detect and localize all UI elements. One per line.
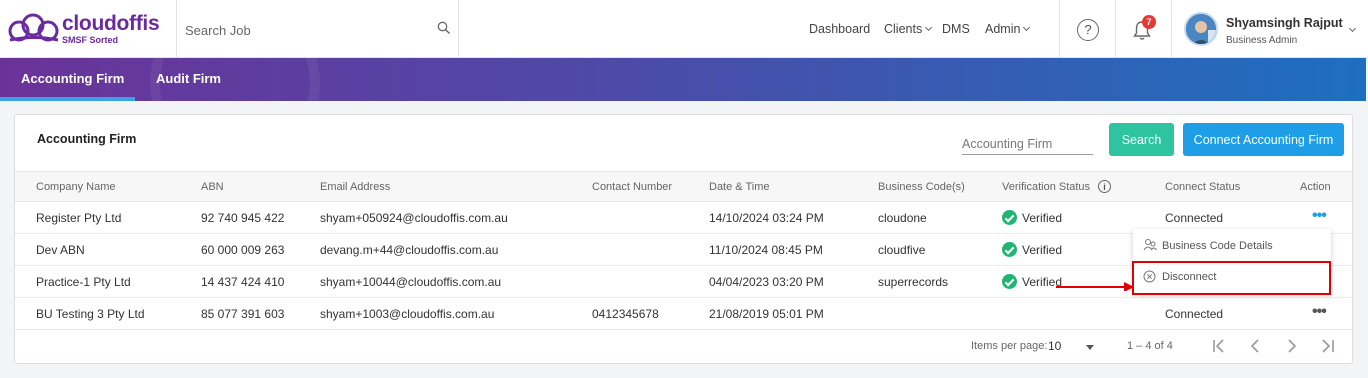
cell-date-time: 11/10/2024 08:45 PM bbox=[709, 243, 823, 257]
col-business-codes[interactable]: Business Code(s) bbox=[878, 181, 965, 193]
cell-abn: 85 077 391 603 bbox=[201, 307, 285, 321]
search-button[interactable]: Search bbox=[1109, 123, 1174, 156]
help-icon[interactable]: ? bbox=[1077, 19, 1099, 41]
nav-admin[interactable]: Admin bbox=[985, 22, 1031, 36]
cell-email: shyam+050924@cloudoffis.com.au bbox=[320, 211, 508, 225]
annotation-highlight-box bbox=[1132, 261, 1331, 295]
cell-date-time: 21/08/2019 05:01 PM bbox=[709, 307, 824, 321]
tab-banner: Accounting Firm Audit Firm bbox=[0, 58, 1366, 101]
menu-item-business-code-details[interactable]: Business Code Details bbox=[1133, 230, 1331, 260]
cell-abn: 14 437 424 410 bbox=[201, 275, 285, 289]
verification-label: Verified bbox=[1022, 243, 1063, 257]
more-actions-icon[interactable]: ••• bbox=[1312, 304, 1327, 320]
cell-contact: 0412345678 bbox=[592, 307, 659, 321]
cell-business-code: superrecords bbox=[878, 275, 949, 289]
divider bbox=[458, 0, 459, 58]
cell-connect-status: Connected bbox=[1165, 211, 1224, 225]
cell-email: shyam+1003@cloudoffis.com.au bbox=[320, 307, 495, 321]
user-name[interactable]: Shyamsingh Rajput bbox=[1226, 16, 1343, 30]
cell-email: devang.m+44@cloudoffis.com.au bbox=[320, 243, 499, 257]
nav-dashboard-label: Dashboard bbox=[809, 22, 871, 36]
chevron-down-icon bbox=[925, 23, 933, 32]
cell-abn: 60 000 009 263 bbox=[201, 243, 285, 257]
logo[interactable]: cloudoffis SMSF Sorted bbox=[6, 10, 171, 50]
table-header: Company Name ABN Email Address Contact N… bbox=[15, 171, 1352, 202]
divider bbox=[1059, 0, 1060, 58]
check-circle-icon bbox=[1002, 242, 1017, 258]
col-connect-status[interactable]: Connect Status bbox=[1165, 181, 1240, 193]
col-verification-status[interactable]: Verification Status bbox=[1002, 181, 1090, 193]
accounting-firm-search-input[interactable] bbox=[962, 133, 1093, 155]
cell-connect-status: Connected bbox=[1165, 307, 1224, 321]
menu-item-label: Business Code Details bbox=[1162, 240, 1273, 252]
cell-company: BU Testing 3 Pty Ltd bbox=[36, 307, 145, 321]
notification-badge: 7 bbox=[1142, 15, 1156, 29]
first-page-icon[interactable] bbox=[1210, 337, 1230, 355]
nav-admin-label: Admin bbox=[985, 22, 1021, 36]
col-date-time[interactable]: Date & Time bbox=[709, 181, 770, 193]
nav-clients[interactable]: Clients bbox=[884, 22, 933, 36]
active-tab-indicator bbox=[0, 97, 135, 101]
last-page-icon[interactable] bbox=[1317, 337, 1337, 355]
col-contact[interactable]: Contact Number bbox=[592, 181, 672, 193]
info-icon[interactable]: i bbox=[1098, 180, 1111, 193]
search-icon[interactable] bbox=[437, 21, 451, 35]
avatar[interactable] bbox=[1184, 12, 1218, 46]
cell-date-time: 04/04/2023 03:20 PM bbox=[709, 275, 824, 289]
verification-label: Verified bbox=[1022, 211, 1063, 225]
tab-accounting-firm[interactable]: Accounting Firm bbox=[21, 71, 124, 86]
cell-business-code: cloudone bbox=[878, 211, 927, 225]
dropdown-arrow-icon[interactable] bbox=[1086, 345, 1094, 350]
cell-company: Register Pty Ltd bbox=[36, 211, 122, 225]
page-range: 1 – 4 of 4 bbox=[1127, 340, 1173, 352]
nav-dashboard[interactable]: Dashboard bbox=[809, 22, 870, 36]
cell-company: Dev ABN bbox=[36, 243, 85, 257]
users-icon bbox=[1143, 239, 1157, 251]
brand-name: cloudoffis bbox=[62, 12, 160, 35]
cell-business-code: cloudfive bbox=[878, 243, 926, 257]
nav-clients-label: Clients bbox=[884, 22, 923, 36]
page-size-select[interactable]: 10 bbox=[1048, 339, 1061, 353]
next-page-icon[interactable] bbox=[1282, 337, 1302, 355]
connect-accounting-firm-button[interactable]: Connect Accounting Firm bbox=[1183, 123, 1344, 156]
check-circle-icon bbox=[1002, 210, 1017, 226]
cloud-logo-icon bbox=[8, 13, 59, 42]
chevron-down-icon bbox=[1023, 23, 1031, 32]
divider bbox=[1115, 0, 1116, 58]
search-job-input[interactable] bbox=[185, 20, 445, 40]
cell-email: shyam+10044@cloudoffis.com.au bbox=[320, 275, 502, 289]
more-actions-icon[interactable]: ••• bbox=[1312, 208, 1327, 224]
cell-verification: Verified bbox=[1002, 242, 1063, 258]
divider bbox=[176, 0, 177, 58]
chevron-down-icon[interactable] bbox=[1348, 24, 1357, 33]
annotation-arrow-icon bbox=[1056, 282, 1134, 291]
nav-dms-label: DMS bbox=[942, 22, 970, 36]
tab-audit-firm[interactable]: Audit Firm bbox=[156, 71, 221, 86]
top-bar: cloudoffis SMSF Sorted Dashboard Clients… bbox=[0, 0, 1368, 58]
cell-verification: Verified bbox=[1002, 210, 1063, 226]
cell-date-time: 14/10/2024 03:24 PM bbox=[709, 211, 824, 225]
cell-company: Practice-1 Pty Ltd bbox=[36, 275, 131, 289]
card-title: Accounting Firm bbox=[37, 132, 137, 146]
items-per-page-label: Items per page: bbox=[971, 340, 1048, 352]
previous-page-icon[interactable] bbox=[1245, 337, 1265, 355]
table-row[interactable]: BU Testing 3 Pty Ltd 85 077 391 603 shya… bbox=[15, 298, 1352, 330]
cell-verification: Verified bbox=[1002, 274, 1062, 290]
col-email[interactable]: Email Address bbox=[320, 181, 390, 193]
col-abn[interactable]: ABN bbox=[201, 181, 224, 193]
user-photo-icon bbox=[1186, 14, 1216, 44]
divider bbox=[1171, 0, 1172, 58]
col-action: Action bbox=[1300, 181, 1331, 193]
cell-abn: 92 740 945 422 bbox=[201, 211, 285, 225]
nav-dms[interactable]: DMS bbox=[942, 22, 970, 36]
check-circle-icon bbox=[1002, 274, 1017, 290]
user-role: Business Admin bbox=[1226, 35, 1298, 46]
brand-tagline: SMSF Sorted bbox=[62, 35, 119, 45]
col-company-name[interactable]: Company Name bbox=[36, 181, 115, 193]
